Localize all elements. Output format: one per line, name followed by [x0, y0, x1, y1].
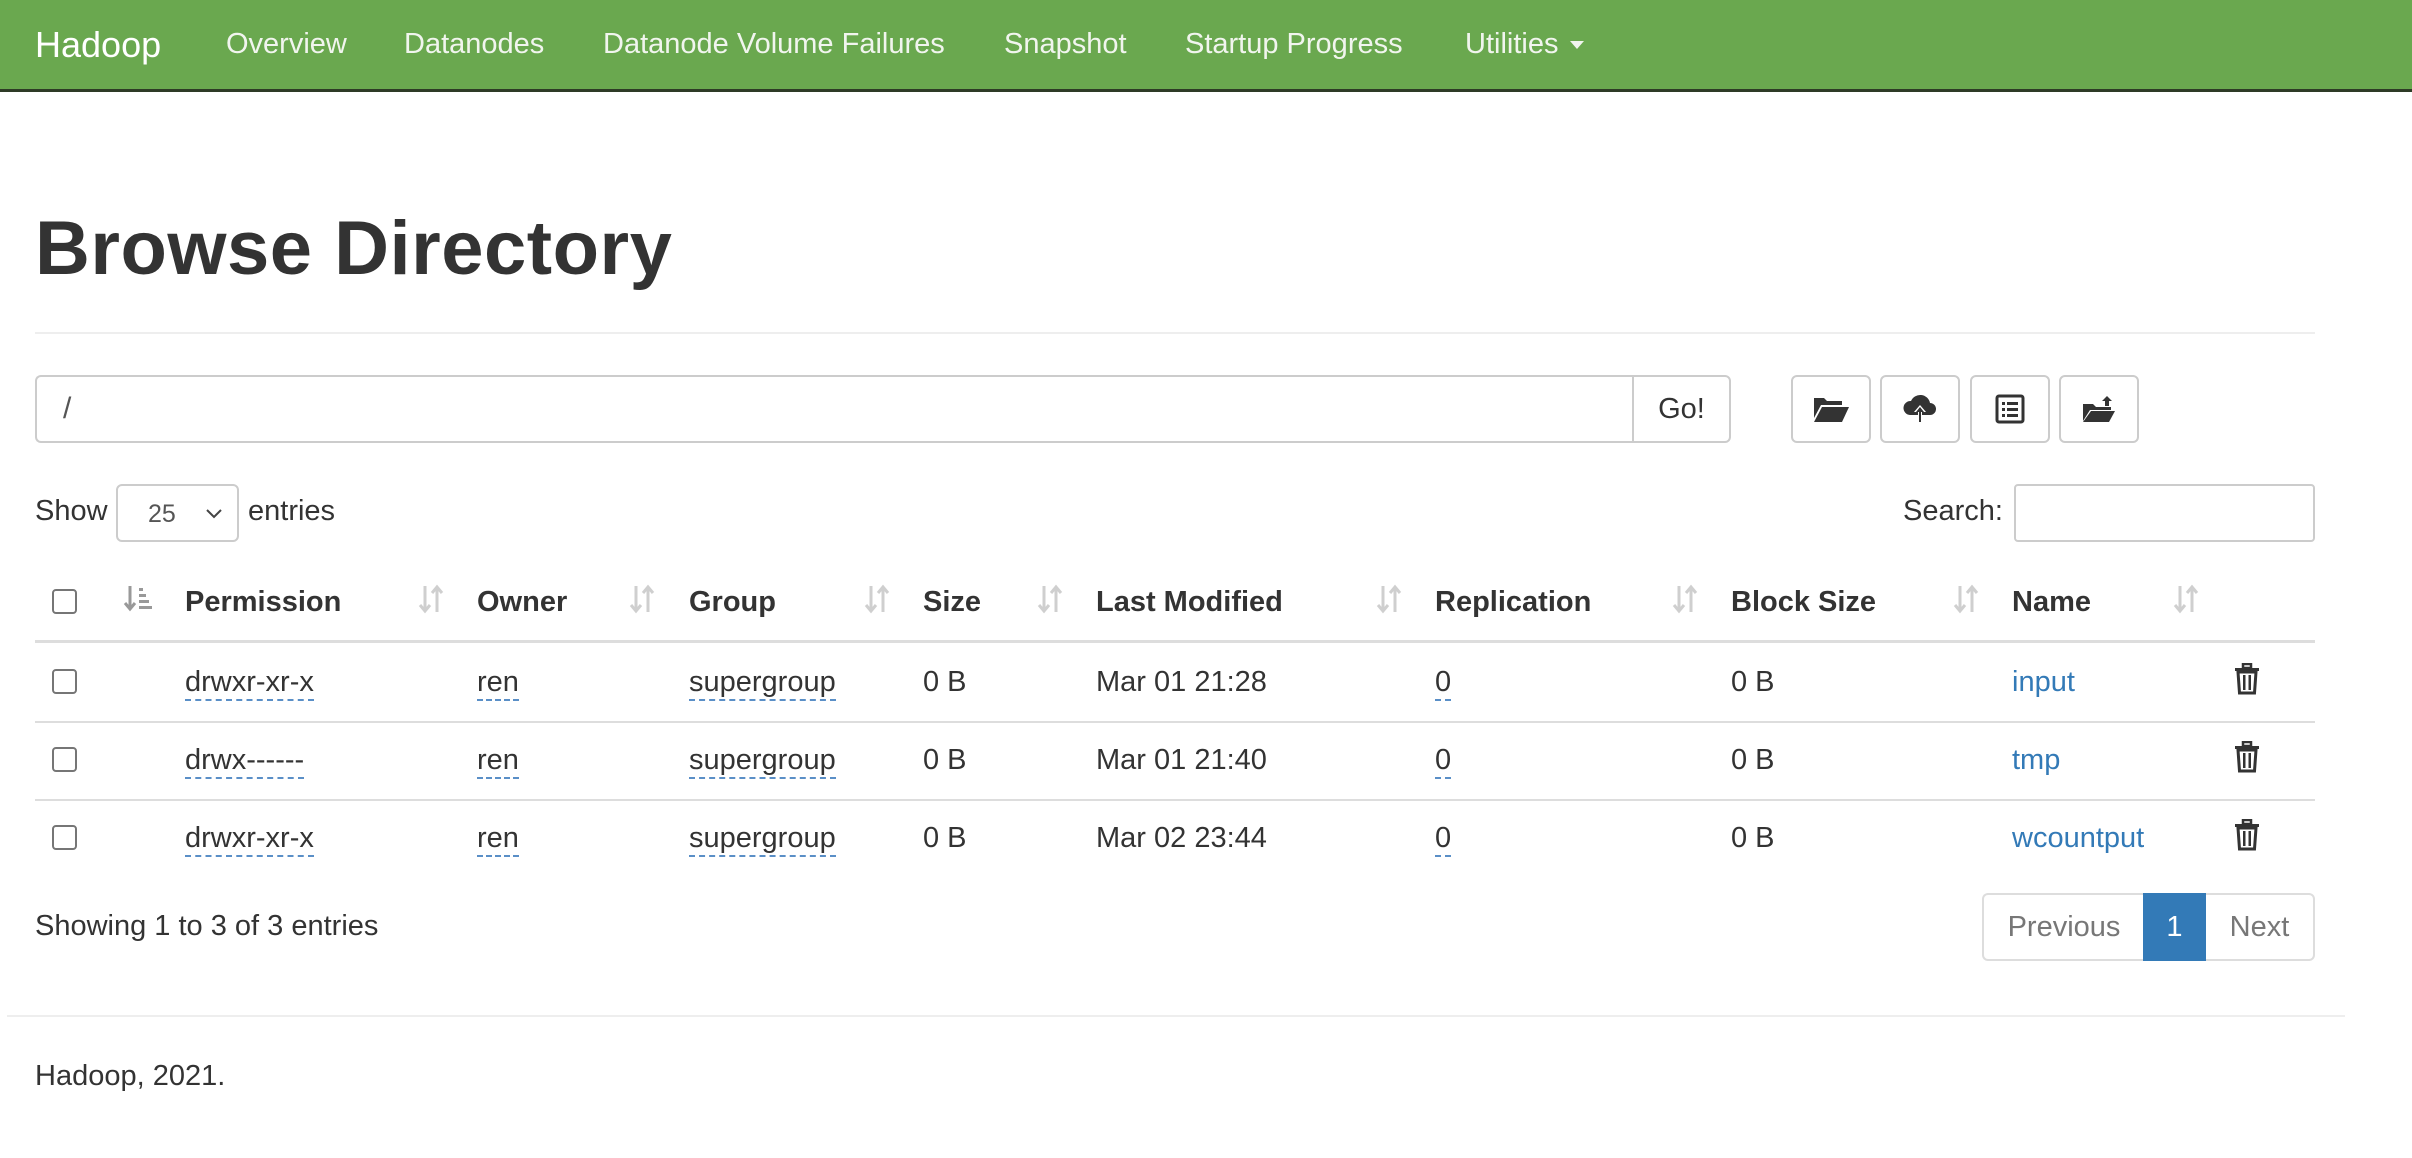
cut-paste-button[interactable]: [1970, 375, 2050, 443]
block-size-cell: 0 B: [1731, 666, 1775, 698]
owner-cell[interactable]: ren: [477, 666, 519, 701]
owner-cell[interactable]: ren: [477, 822, 519, 857]
group-cell[interactable]: supergroup: [689, 822, 836, 857]
show-label: Show: [35, 495, 108, 527]
replication-cell[interactable]: 0: [1435, 822, 1452, 857]
chevron-down-icon: [206, 509, 222, 519]
row-divider: [35, 721, 2315, 723]
group-cell[interactable]: supergroup: [689, 744, 836, 779]
sort-ascending-icon[interactable]: [123, 583, 153, 615]
col-header-size[interactable]: Size: [923, 586, 981, 619]
owner-cell[interactable]: ren: [477, 744, 519, 779]
pagination-previous-button[interactable]: Previous: [1982, 893, 2144, 961]
row-checkbox[interactable]: [52, 747, 77, 772]
list-alt-icon: [1995, 394, 2025, 424]
page-title: Browse Directory: [35, 206, 673, 291]
nav-datanode-volume-failures[interactable]: Datanode Volume Failures: [603, 0, 945, 89]
last-modified-cell: Mar 02 23:44: [1096, 822, 1267, 854]
folder-move-icon: [2083, 396, 2115, 422]
block-size-cell: 0 B: [1731, 822, 1775, 854]
sort-both-icon[interactable]: [627, 583, 657, 615]
nav-datanodes[interactable]: Datanodes: [404, 0, 544, 89]
sort-both-icon[interactable]: [1374, 583, 1404, 615]
replication-cell[interactable]: 0: [1435, 744, 1452, 779]
name-link[interactable]: tmp: [2012, 744, 2060, 777]
name-link[interactable]: input: [2012, 666, 2075, 699]
size-cell: 0 B: [923, 666, 967, 698]
col-header-replication[interactable]: Replication: [1435, 586, 1591, 619]
caret-down-icon: [1570, 41, 1585, 50]
row-checkbox[interactable]: [52, 669, 77, 694]
col-header-last-modified[interactable]: Last Modified: [1096, 586, 1283, 619]
row-checkbox[interactable]: [52, 825, 77, 850]
nav-overview[interactable]: Overview: [226, 0, 347, 89]
block-size-cell: 0 B: [1731, 744, 1775, 776]
sort-both-icon[interactable]: [862, 583, 892, 615]
create-directory-button[interactable]: [1791, 375, 1871, 443]
title-divider: [35, 332, 2315, 334]
permission-cell[interactable]: drwxr-xr-x: [185, 822, 314, 857]
group-cell[interactable]: supergroup: [689, 666, 836, 701]
permission-cell[interactable]: drwxr-xr-x: [185, 666, 314, 701]
select-all-checkbox[interactable]: [52, 589, 77, 614]
trash-icon[interactable]: [2233, 741, 2261, 773]
folder-open-icon: [1814, 398, 1849, 422]
sort-both-icon[interactable]: [2171, 583, 2201, 615]
trash-icon[interactable]: [2233, 819, 2261, 851]
page-length-select[interactable]: 25: [116, 484, 239, 542]
upload-files-button[interactable]: [1880, 375, 1960, 443]
go-button[interactable]: Go!: [1632, 375, 1731, 443]
cloud-upload-icon: [1903, 394, 1936, 422]
table-search-input[interactable]: [2014, 484, 2315, 542]
nav-utilities-dropdown[interactable]: Utilities: [1465, 0, 1585, 89]
footer-text: Hadoop, 2021.: [35, 1060, 226, 1092]
pagination-next-button[interactable]: Next: [2206, 893, 2315, 961]
table-header-divider: [35, 640, 2315, 643]
col-header-permission[interactable]: Permission: [185, 586, 341, 619]
sort-both-icon[interactable]: [1035, 583, 1065, 615]
nav-snapshot[interactable]: Snapshot: [1004, 0, 1127, 89]
sort-both-icon[interactable]: [1670, 583, 1700, 615]
col-header-group[interactable]: Group: [689, 586, 776, 619]
page-length-value: 25: [148, 500, 176, 528]
last-modified-cell: Mar 01 21:40: [1096, 744, 1267, 776]
sort-both-icon[interactable]: [1951, 583, 1981, 615]
col-header-name[interactable]: Name: [2012, 586, 2091, 619]
col-header-block-size[interactable]: Block Size: [1731, 586, 1876, 619]
row-divider: [35, 799, 2315, 801]
nav-startup-progress[interactable]: Startup Progress: [1185, 0, 1403, 89]
table-info-summary: Showing 1 to 3 of 3 entries: [35, 910, 379, 942]
trash-icon[interactable]: [2233, 663, 2261, 695]
size-cell: 0 B: [923, 822, 967, 854]
pagination-page-1[interactable]: 1: [2143, 893, 2206, 961]
top-navbar: Hadoop Overview Datanodes Datanode Volum…: [0, 0, 2412, 92]
last-modified-cell: Mar 01 21:28: [1096, 666, 1267, 698]
search-label: Search:: [1903, 495, 2003, 527]
brand-logo[interactable]: Hadoop: [35, 0, 161, 89]
permission-cell[interactable]: drwx------: [185, 744, 305, 779]
nav-utilities-label: Utilities: [1465, 28, 1559, 60]
size-cell: 0 B: [923, 744, 967, 776]
directory-path-input[interactable]: [35, 375, 1633, 443]
name-link[interactable]: wcountput: [2012, 822, 2144, 855]
col-header-owner[interactable]: Owner: [477, 586, 567, 619]
move-files-button[interactable]: [2059, 375, 2139, 443]
entries-label: entries: [248, 495, 336, 527]
sort-both-icon[interactable]: [416, 583, 446, 615]
footer-divider: [7, 1015, 2345, 1017]
replication-cell[interactable]: 0: [1435, 666, 1452, 701]
